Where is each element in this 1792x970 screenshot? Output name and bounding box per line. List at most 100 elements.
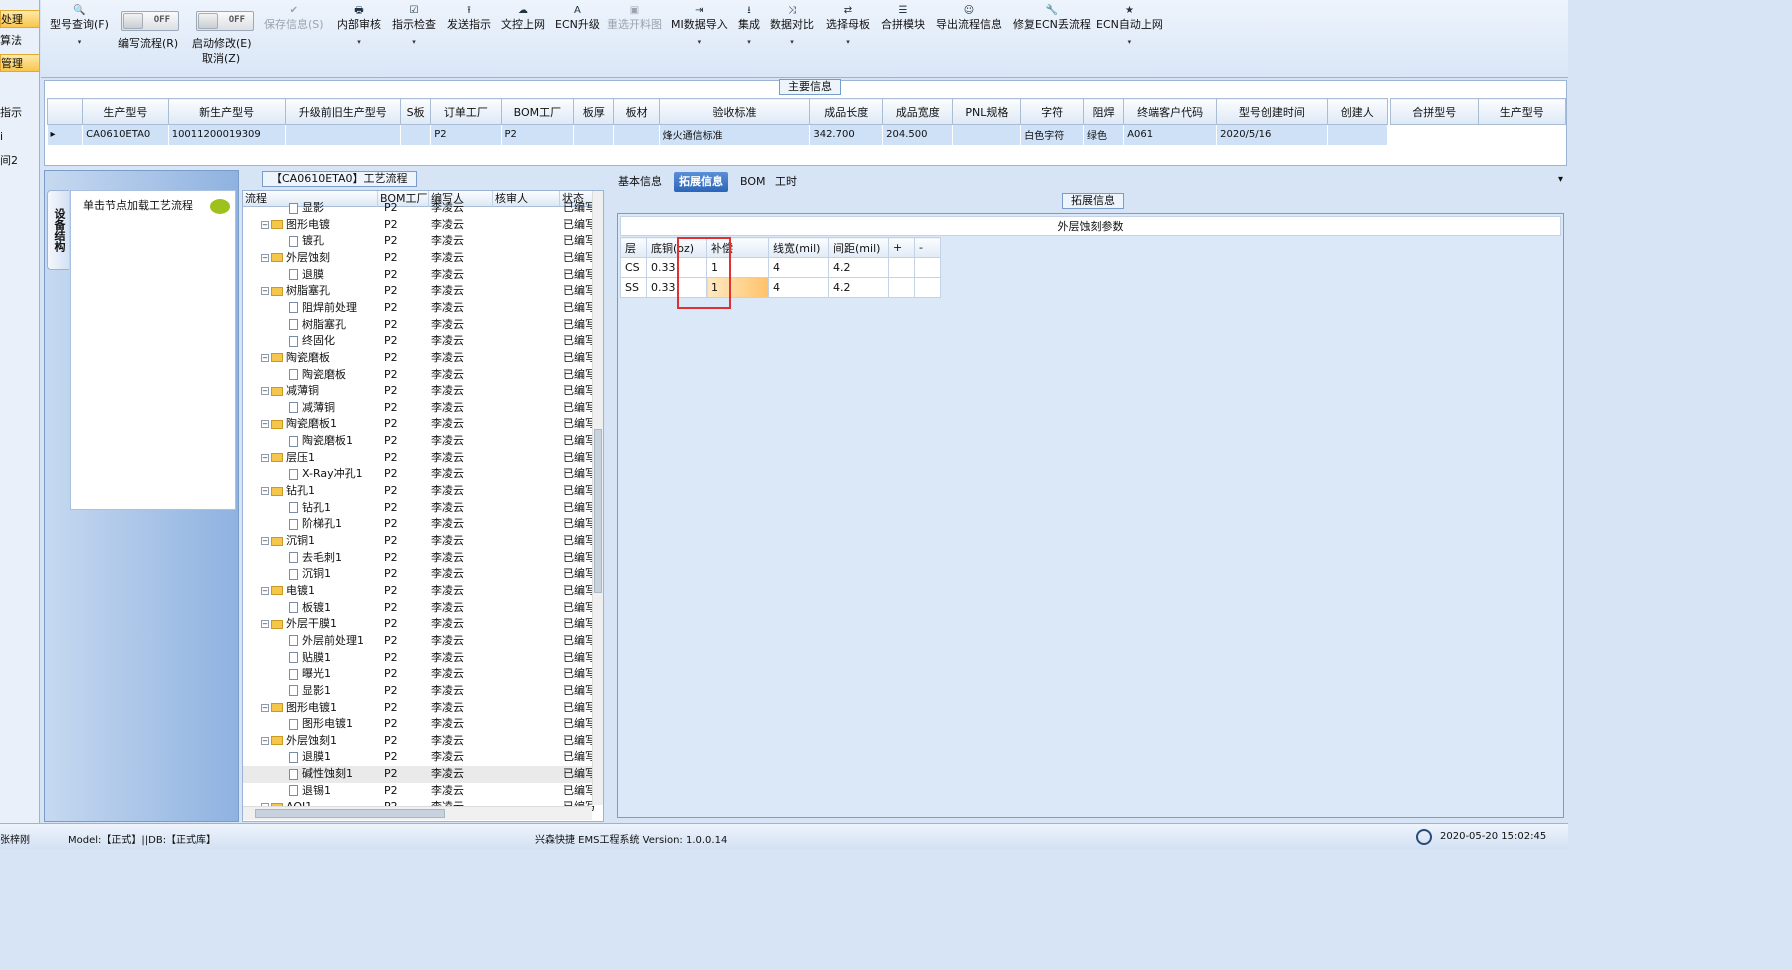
collapse-icon[interactable]: − [261, 736, 269, 745]
tree-node[interactable]: − 图形电镀 [261, 217, 377, 233]
start-modify-toggle[interactable]: OFF [196, 11, 254, 31]
left-nav-item[interactable]: 管理 [0, 54, 40, 72]
tree-row[interactable]: 退膜 P2 李凌云 已编写 [243, 267, 596, 284]
tree-node[interactable]: 陶瓷磨板 [289, 367, 377, 383]
tree-node[interactable]: − 外层蚀刻1 [261, 733, 377, 749]
main-cell[interactable]: 204.500 [882, 124, 953, 145]
left-nav-item[interactable]: 间2 [0, 152, 40, 170]
ribbon-button-15[interactable]: 🔧 修复ECN丢流程 [1013, 4, 1091, 38]
collapse-icon[interactable]: − [261, 620, 269, 629]
edit-flow-toggle[interactable]: OFF [121, 11, 179, 31]
ribbon-button-11[interactable]: ⤨ 数据对比 ▾ [770, 4, 814, 46]
ribbon-button-1[interactable]: 🔍 型号查询(F) ▾ [50, 4, 109, 46]
tree-vertical-scrollbar[interactable] [592, 191, 603, 805]
merge-col-header[interactable]: 生产型号 [1477, 98, 1566, 125]
chevron-down-icon[interactable]: ▾ [337, 38, 381, 46]
merge-col-header[interactable]: 合拼型号 [1390, 98, 1479, 125]
param-cell[interactable]: SS [620, 277, 647, 298]
left-nav-item[interactable]: 算法 [0, 32, 40, 50]
tree-row[interactable]: 镀孔 P2 李凌云 已编写 [243, 233, 596, 250]
tree-row[interactable]: 去毛刺1 P2 李凌云 已编写 [243, 550, 596, 567]
main-cell[interactable]: 342.700 [809, 124, 883, 145]
collapse-icon[interactable]: − [261, 387, 269, 396]
main-col-header[interactable]: PNL规格 [952, 98, 1022, 125]
tree-node[interactable]: − 陶瓷磨板 [261, 350, 377, 366]
chevron-down-icon[interactable]: ▾ [671, 38, 728, 46]
tree-row[interactable]: 贴膜1 P2 李凌云 已编写 [243, 650, 596, 667]
tree-node[interactable]: 图形电镀1 [289, 716, 377, 732]
main-col-header[interactable]: 终端客户代码 [1123, 98, 1218, 125]
tree-row[interactable]: − 钻孔1 P2 李凌云 已编写 [243, 483, 596, 500]
main-cell[interactable]: 10011200019309 [168, 124, 286, 145]
tree-node[interactable]: 碱性蚀刻1 [289, 766, 377, 782]
tree-node[interactable]: 沉铜1 [289, 566, 377, 582]
chevron-down-icon[interactable]: ▾ [392, 38, 436, 46]
main-cell[interactable] [285, 124, 401, 145]
tree-node[interactable]: 板镀1 [289, 600, 377, 616]
ribbon-button-5[interactable]: ⭱ 发送指示 [447, 4, 491, 38]
tab-4[interactable]: 工时 [770, 172, 802, 192]
collapse-icon[interactable]: − [261, 353, 269, 362]
tree-row[interactable]: X-Ray冲孔1 P2 李凌云 已编写 [243, 466, 596, 483]
tree-row[interactable]: 陶瓷磨板1 P2 李凌云 已编写 [243, 433, 596, 450]
cancel-label[interactable]: 取消(Z) [202, 50, 240, 66]
tree-node[interactable]: − 陶瓷磨板1 [261, 416, 377, 432]
param-col-header[interactable]: 线宽(mil) [768, 237, 829, 258]
tree-row[interactable]: − 沉铜1 P2 李凌云 已编写 [243, 533, 596, 550]
collapse-icon[interactable]: − [261, 586, 269, 595]
left-nav-item[interactable]: 处理 [0, 10, 40, 28]
param-cell[interactable]: 4.2 [828, 257, 889, 278]
param-cell[interactable]: 4.2 [828, 277, 889, 298]
main-col-header[interactable]: 板厚 [573, 98, 615, 125]
ribbon-button-12[interactable]: ⇄ 选择母板 ▾ [826, 4, 870, 46]
tree-row[interactable]: 减薄铜 P2 李凌云 已编写 [243, 400, 596, 417]
collapse-icon[interactable]: − [261, 703, 269, 712]
param-col-header[interactable]: 间距(mil) [828, 237, 889, 258]
collapse-icon[interactable]: − [261, 453, 269, 462]
tree-node[interactable]: − 外层蚀刻 [261, 250, 377, 266]
chevron-down-icon[interactable]: ▾ [1096, 38, 1163, 46]
tab-2[interactable]: 拓展信息 [674, 172, 728, 192]
main-col-header[interactable]: 验收标准 [658, 98, 811, 125]
chevron-down-icon[interactable]: ▾ [826, 38, 870, 46]
param-col-header[interactable]: + [888, 237, 915, 258]
param-cell[interactable]: 4 [768, 277, 829, 298]
tree-row[interactable]: − 树脂塞孔 P2 李凌云 已编写 [243, 283, 596, 300]
param-cell[interactable] [914, 277, 941, 298]
chevron-down-icon[interactable]: ▾ [738, 38, 760, 46]
collapse-icon[interactable]: − [261, 537, 269, 545]
tree-node[interactable]: 陶瓷磨板1 [289, 433, 377, 449]
tree-node[interactable]: 树脂塞孔 [289, 317, 377, 333]
main-col-header[interactable]: 成品长度 [809, 98, 884, 125]
main-cell[interactable]: 2020/5/16 [1216, 124, 1328, 145]
ribbon-button-9[interactable]: ⇥ MI数据导入 ▾ [671, 4, 728, 46]
panel-splitter[interactable] [605, 170, 613, 822]
tree-node[interactable]: 曝光1 [289, 666, 377, 682]
tree-row[interactable]: − 减薄铜 P2 李凌云 已编写 [243, 383, 596, 400]
tree-row[interactable]: 陶瓷磨板 P2 李凌云 已编写 [243, 367, 596, 384]
tree-row[interactable]: 退膜1 P2 李凌云 已编写 [243, 749, 596, 766]
tree-node[interactable]: − 树脂塞孔 [261, 283, 377, 299]
main-cell[interactable] [613, 124, 660, 145]
tree-node[interactable]: 贴膜1 [289, 650, 377, 666]
main-col-header[interactable]: BOM工厂 [500, 98, 575, 125]
tree-node[interactable]: 阶梯孔1 [289, 516, 377, 532]
tree-node[interactable]: 终固化 [289, 333, 377, 349]
tree-node[interactable]: 显影 [289, 200, 377, 216]
param-col-header[interactable]: - [914, 237, 941, 258]
tree-row[interactable]: 树脂塞孔 P2 李凌云 已编写 [243, 317, 596, 334]
tree-row[interactable]: − 图形电镀1 P2 李凌云 已编写 [243, 700, 596, 717]
ribbon-button-3[interactable]: 🖶 内部审核 ▾ [337, 4, 381, 46]
tree-node[interactable]: 去毛刺1 [289, 550, 377, 566]
tree-row[interactable]: 板镀1 P2 李凌云 已编写 [243, 600, 596, 617]
collapse-icon[interactable]: − [261, 287, 269, 296]
ribbon-button-7[interactable]: A ECN升级 [555, 4, 600, 38]
ribbon-button-4[interactable]: ☑ 指示检查 ▾ [392, 4, 436, 46]
main-col-header[interactable]: 订单工厂 [430, 98, 502, 125]
main-cell[interactable] [573, 124, 614, 145]
ribbon-button-16[interactable]: ★ ECN自动上网 ▾ [1096, 4, 1163, 46]
tree-row[interactable]: − 图形电镀 P2 李凌云 已编写 [243, 217, 596, 234]
tree-node[interactable]: − 沉铜1 [261, 533, 377, 549]
ribbon-button-14[interactable]: ☺ 导出流程信息 [936, 4, 1002, 38]
tree-node[interactable]: − 层压1 [261, 450, 377, 466]
